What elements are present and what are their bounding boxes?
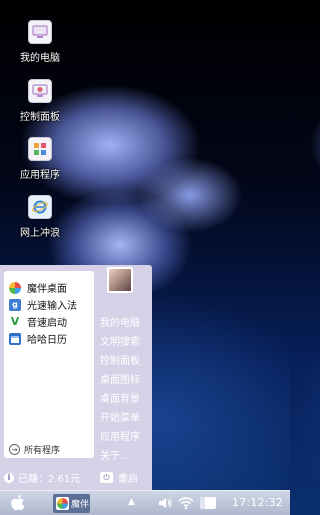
start-menu-item-calendar[interactable]: 哈哈日历 [4, 330, 94, 347]
desktop-icon-label: 我的电脑 [20, 53, 60, 64]
pinwheel-icon [9, 281, 21, 294]
taskbar-item-label: 魔伴 [71, 500, 90, 510]
start-menu-item-label: 哈哈日历 [27, 335, 67, 346]
taskbar-item-mobun[interactable]: 魔伴 [53, 494, 90, 513]
power-icon: ⏻ [100, 472, 113, 483]
wifi-icon[interactable] [178, 495, 194, 514]
battery-icon[interactable] [200, 497, 216, 509]
start-menu: 魔伴桌面 g 光速输入法 V 音速启动 哈哈日历 → 所有程序 i 已赚：2.6 [0, 265, 152, 490]
calendar-icon [9, 332, 21, 345]
desktop-icon-label: 应用程序 [20, 170, 60, 181]
internet-explorer-icon [28, 195, 52, 219]
link-about[interactable]: 关于.. [100, 447, 126, 462]
control-panel-icon [28, 79, 52, 103]
start-menu-links: 我的电脑 文明搜索 控制面板 桌面图标 桌面背景 开始菜单 应用程序 关于.. … [96, 265, 152, 490]
link-search[interactable]: 文明搜索 [100, 333, 140, 348]
link-control-panel[interactable]: 控制面板 [100, 352, 140, 367]
desktop-icon-label: 网上冲浪 [20, 228, 60, 239]
applications-icon [28, 137, 52, 161]
start-menu-item-mobun-desktop[interactable]: 魔伴桌面 [4, 279, 94, 296]
desktop-icon-applications[interactable]: 应用程序 [12, 137, 68, 181]
restart-label: 重启 [118, 474, 138, 485]
input-method-icon: g [9, 298, 21, 311]
taskbar: 魔伴 ▲ 17:12:32 [0, 490, 290, 515]
start-menu-item-label: 音速启动 [27, 318, 67, 329]
link-start-menu[interactable]: 开始菜单 [100, 409, 140, 424]
link-desktop-icons[interactable]: 桌面图标 [100, 371, 140, 386]
earned-balance: i 已赚：2.61元 [4, 470, 80, 485]
desktop-icon-internet[interactable]: 网上冲浪 [12, 195, 68, 239]
start-menu-item-label: 魔伴桌面 [27, 284, 67, 295]
link-desktop-background[interactable]: 桌面背景 [100, 390, 140, 405]
avatar[interactable] [107, 267, 133, 293]
desktop-icon-my-computer[interactable]: 我的电脑 [12, 20, 68, 64]
arrow-right-icon: → [9, 444, 20, 455]
apple-icon[interactable] [10, 495, 26, 511]
start-menu-item-label: 光速输入法 [27, 301, 77, 312]
pinwheel-icon [56, 497, 69, 510]
start-menu-app-list: 魔伴桌面 g 光速输入法 V 音速启动 哈哈日历 → 所有程序 [4, 271, 94, 458]
restart-button[interactable]: ⏻ 重启 [100, 470, 138, 485]
desktop-icon-control-panel[interactable]: 控制面板 [12, 79, 68, 123]
clock[interactable]: 17:12:32 [232, 496, 283, 509]
earned-label: 已赚：2.61元 [18, 474, 81, 485]
start-menu-item-quick-launch[interactable]: V 音速启动 [4, 313, 94, 330]
info-icon: i [4, 472, 14, 483]
all-programs-button[interactable]: → 所有程序 [4, 441, 94, 458]
computer-icon [28, 20, 52, 44]
all-programs-label: 所有程序 [24, 446, 61, 456]
desktop-icon-label: 控制面板 [20, 112, 60, 123]
start-menu-item-input-method[interactable]: g 光速输入法 [4, 296, 94, 313]
tray-expand-icon[interactable]: ▲ [128, 497, 135, 507]
quick-launch-icon: V [10, 315, 20, 328]
link-applications[interactable]: 应用程序 [100, 428, 140, 443]
link-my-computer[interactable]: 我的电脑 [100, 314, 140, 329]
volume-icon[interactable] [158, 495, 172, 514]
